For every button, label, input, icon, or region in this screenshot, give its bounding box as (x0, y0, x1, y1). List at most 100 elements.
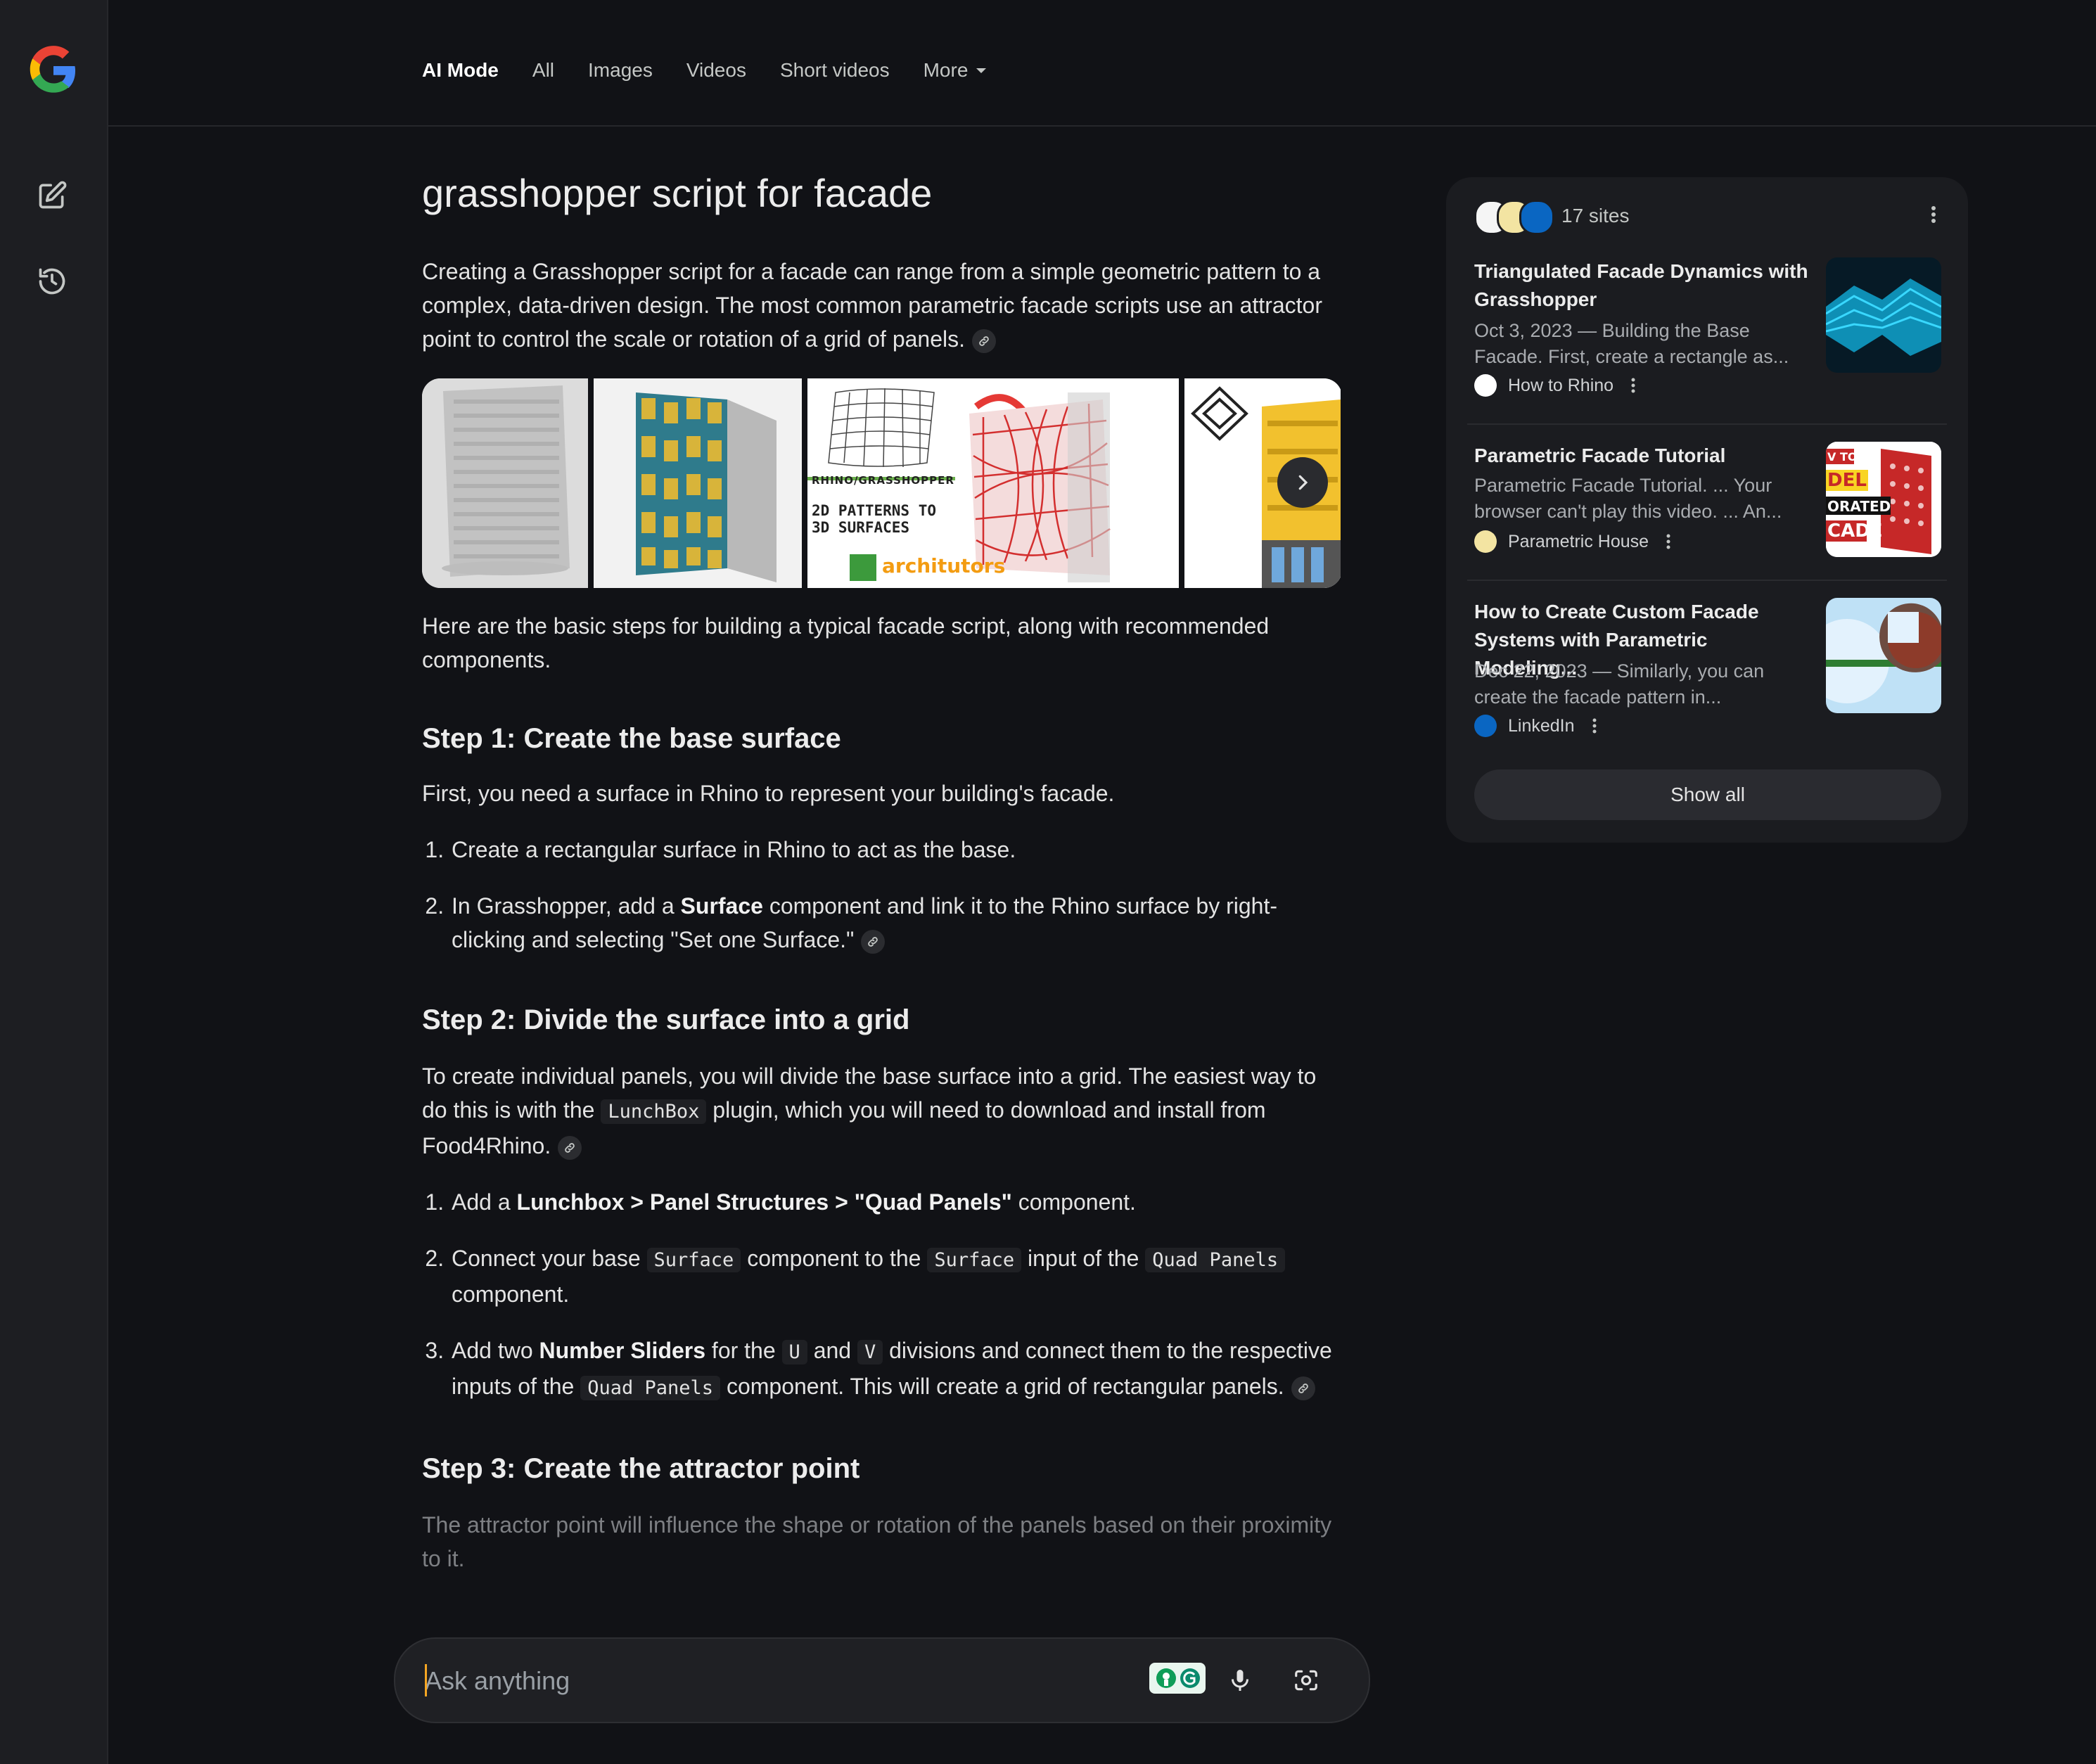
bold-text: Surface (680, 893, 763, 919)
gallery-image[interactable] (594, 378, 802, 588)
voice-search-button[interactable] (1222, 1663, 1258, 1698)
sources-panel: 17 sites Triangulated Facade Dynamics wi… (1446, 177, 1968, 843)
link-icon (868, 936, 878, 947)
source-card[interactable]: How to Create Custom Facade Systems with… (1474, 598, 1941, 739)
code-u: U (781, 1340, 807, 1364)
google-logo-icon[interactable] (27, 44, 80, 97)
new-chat-button[interactable] (32, 176, 72, 215)
link-icon (565, 1142, 575, 1153)
tab-all[interactable]: All (532, 53, 554, 87)
source-site: How to Rhino (1508, 375, 1614, 395)
source-card[interactable]: Triangulated Facade Dynamics with Grassh… (1474, 257, 1941, 398)
tab-videos[interactable]: Videos (686, 53, 746, 87)
tab-label: More (923, 59, 969, 81)
list-text: and (807, 1338, 857, 1363)
source-meta: Parametric House (1474, 530, 1671, 553)
divider (1467, 580, 1947, 581)
history-button[interactable] (32, 262, 72, 301)
citation-link-button[interactable] (1291, 1376, 1315, 1400)
gallery-next-button[interactable] (1277, 457, 1328, 508)
citation-link-button[interactable] (861, 929, 886, 954)
code-surface: Surface (927, 1248, 1022, 1272)
edit-icon (39, 181, 67, 209)
extension-icon[interactable] (1149, 1663, 1206, 1694)
thumb-text: DEL (1827, 470, 1867, 491)
code-surface: Surface (646, 1248, 741, 1272)
tab-label: Images (588, 59, 653, 81)
step-3-text: The attractor point will influence the s… (422, 1512, 1332, 1571)
list-text: Add two (452, 1338, 539, 1363)
code-quad-panels: Quad Panels (580, 1376, 721, 1400)
list-text: In Grasshopper, add a (452, 893, 681, 919)
citation-link-button[interactable] (972, 328, 997, 353)
ask-bar (394, 1637, 1370, 1723)
list-item-text: Create a rectangular surface in Rhino to… (452, 837, 1016, 862)
tab-label: AI Mode (422, 59, 499, 81)
gallery-caption: 2D PATTERNS TO 3D SURFACES (812, 502, 936, 536)
list-item: Connect your base Surface component to t… (450, 1241, 1342, 1311)
how-to-rhino-icon (1474, 374, 1497, 397)
source-thumbnail (1826, 257, 1941, 373)
more-vert-icon[interactable] (1630, 376, 1636, 395)
code-quad-panels: Quad Panels (1145, 1248, 1286, 1272)
list-text: component. (1011, 1189, 1136, 1215)
citation-link-button[interactable] (558, 1135, 582, 1160)
code-lunchbox: LunchBox (601, 1099, 707, 1124)
list-item: Add a Lunchbox > Panel Structures > "Qua… (450, 1185, 1342, 1219)
tab-short-videos[interactable]: Short videos (780, 53, 890, 87)
thumb-text: V TO (1827, 450, 1858, 464)
list-text: Connect your base (452, 1246, 647, 1271)
source-title: Parametric Facade Tutorial (1474, 445, 1726, 466)
divider (1467, 423, 1947, 425)
more-vert-icon[interactable] (1666, 532, 1671, 551)
link-icon (979, 335, 989, 346)
list-item: Add two Number Sliders for the U and V d… (450, 1334, 1342, 1405)
tab-ai-mode[interactable]: AI Mode (422, 53, 499, 87)
tab-label: Short videos (779, 59, 890, 81)
gallery-caption-line: 2D PATTERNS TO (812, 502, 937, 519)
more-vert-icon[interactable] (1592, 717, 1597, 735)
parametric-house-icon (1474, 530, 1497, 553)
thumb-text: ORATED (1827, 498, 1891, 515)
source-card[interactable]: Parametric Facade Tutorial Parametric Fa… (1474, 442, 1941, 582)
source-title: Triangulated Facade Dynamics with Grassh… (1474, 260, 1808, 310)
source-snippet: Parametric Facade Tutorial. ... Your bro… (1474, 475, 1782, 522)
list-text: for the (705, 1338, 782, 1363)
linkedin-icon (1474, 715, 1497, 737)
tab-images[interactable]: Images (588, 53, 653, 87)
intro-text: Creating a Grasshopper script for a faca… (422, 259, 1322, 352)
source-thumbnail: V TO DEL ORATED CADE (1826, 442, 1941, 557)
ai-answer: grasshopper script for facade Creating a… (422, 169, 1342, 1576)
step-2-heading: Step 2: Divide the surface into a grid (422, 1004, 910, 1035)
sources-more-button[interactable] (1930, 204, 1937, 229)
text-cursor (425, 1664, 427, 1696)
gallery-caption-line: 3D SURFACES (812, 519, 910, 536)
caret-down-icon (976, 68, 987, 73)
gallery-image[interactable]: RHINO/GRASSHOPPER 2D PATTERNS TO 3D SURF… (807, 378, 1179, 588)
step-2-text: To create individual panels, you will di… (422, 1059, 1342, 1163)
intro-paragraph: Creating a Grasshopper script for a faca… (422, 255, 1342, 356)
source-snippet: Oct 3, 2023 — Building the Base Facade. … (1474, 320, 1789, 367)
linkedin-avatar (1519, 200, 1554, 235)
show-all-button[interactable]: Show all (1474, 769, 1941, 820)
gallery-caption: RHINO/GRASSHOPPER (812, 474, 954, 487)
list-text: component to the (741, 1246, 928, 1271)
list-text: component. This will create a grid of re… (720, 1374, 1284, 1399)
source-avatars (1474, 198, 1554, 235)
bold-text: Lunchbox > Panel Structures > "Quad Pane… (516, 1189, 1012, 1215)
lens-search-button[interactable] (1289, 1663, 1324, 1698)
sources-header[interactable]: 17 sites (1474, 198, 1630, 235)
thumb-text: CADE (1827, 520, 1883, 542)
tab-label: Videos (686, 59, 746, 81)
gallery-image[interactable] (422, 378, 588, 588)
step-1-text: First, you need a surface in Rhino to re… (422, 781, 1115, 806)
tab-more[interactable]: More (924, 53, 987, 87)
source-snippet: Dec 22, 2023 — Similarly, you can create… (1474, 660, 1765, 708)
source-site: LinkedIn (1508, 715, 1575, 736)
search-mode-tabs: AI Mode All Images Videos Short videos M… (422, 53, 1020, 87)
camera-lens-icon (1295, 1670, 1317, 1691)
query-heading: grasshopper script for facade (422, 171, 933, 215)
ask-input[interactable] (423, 1661, 1130, 1701)
more-vert-icon (1931, 206, 1936, 223)
source-meta: How to Rhino (1474, 374, 1636, 397)
